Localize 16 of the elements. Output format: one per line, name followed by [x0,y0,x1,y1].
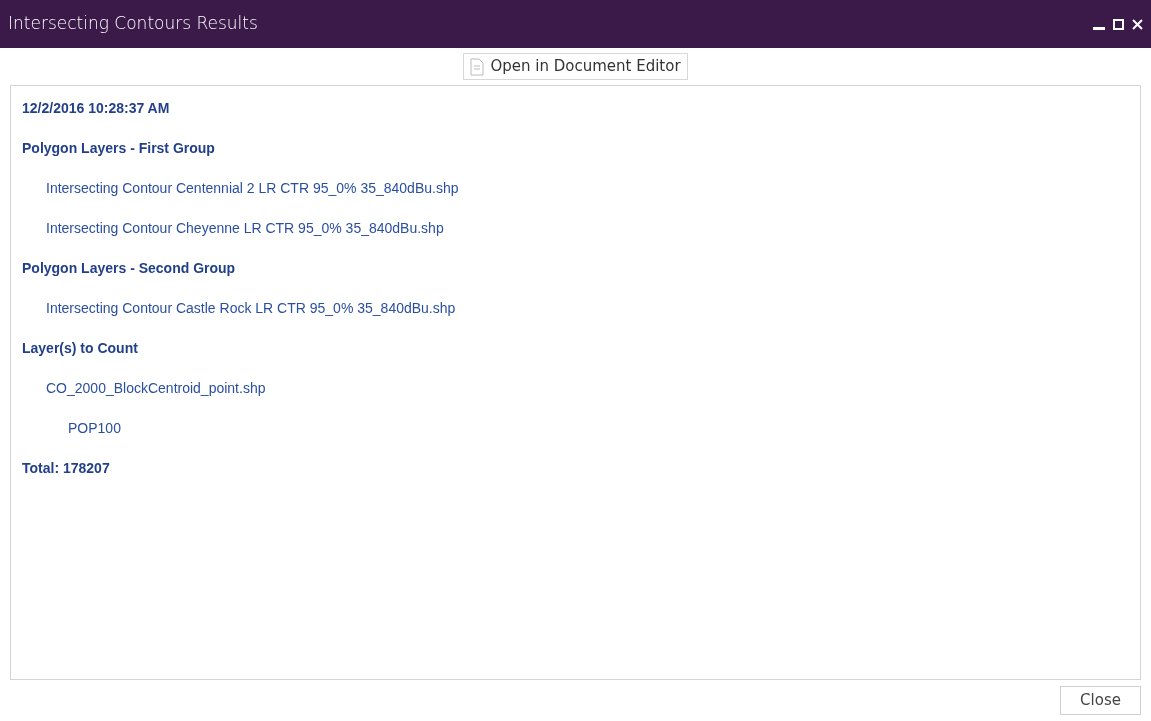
close-icon[interactable] [1132,18,1143,30]
layer-item: Intersecting Contour Cheyenne LR CTR 95_0% 35_840dBu.shp [46,219,444,238]
section-heading: Layer(s) to Count [22,339,138,358]
open-in-editor-button[interactable]: Open in Document Editor [463,53,688,80]
section-heading: Polygon Layers - Second Group [22,259,236,278]
layer-item: POP100 [68,419,121,438]
document-icon [470,57,485,76]
total-text: Total: 178207 [22,459,110,478]
layer-item: Intersecting Contour Castle Rock LR CTR 95_0% 35_840dBu.shp [46,299,456,318]
maximize-icon[interactable] [1113,18,1124,30]
window-title: Intersecting Contours Results [8,12,258,36]
close-button[interactable]: Close [1060,686,1141,715]
layer-item: CO_2000_BlockCentroid_point.shp [46,379,266,398]
timestamp-text: 12/2/2016 10:28:37 AM [22,99,170,118]
section-heading: Polygon Layers - First Group [22,139,215,158]
layer-item: Intersecting Contour Centennial 2 LR CTR 95_0% 35_840dBu.shp [46,179,459,198]
